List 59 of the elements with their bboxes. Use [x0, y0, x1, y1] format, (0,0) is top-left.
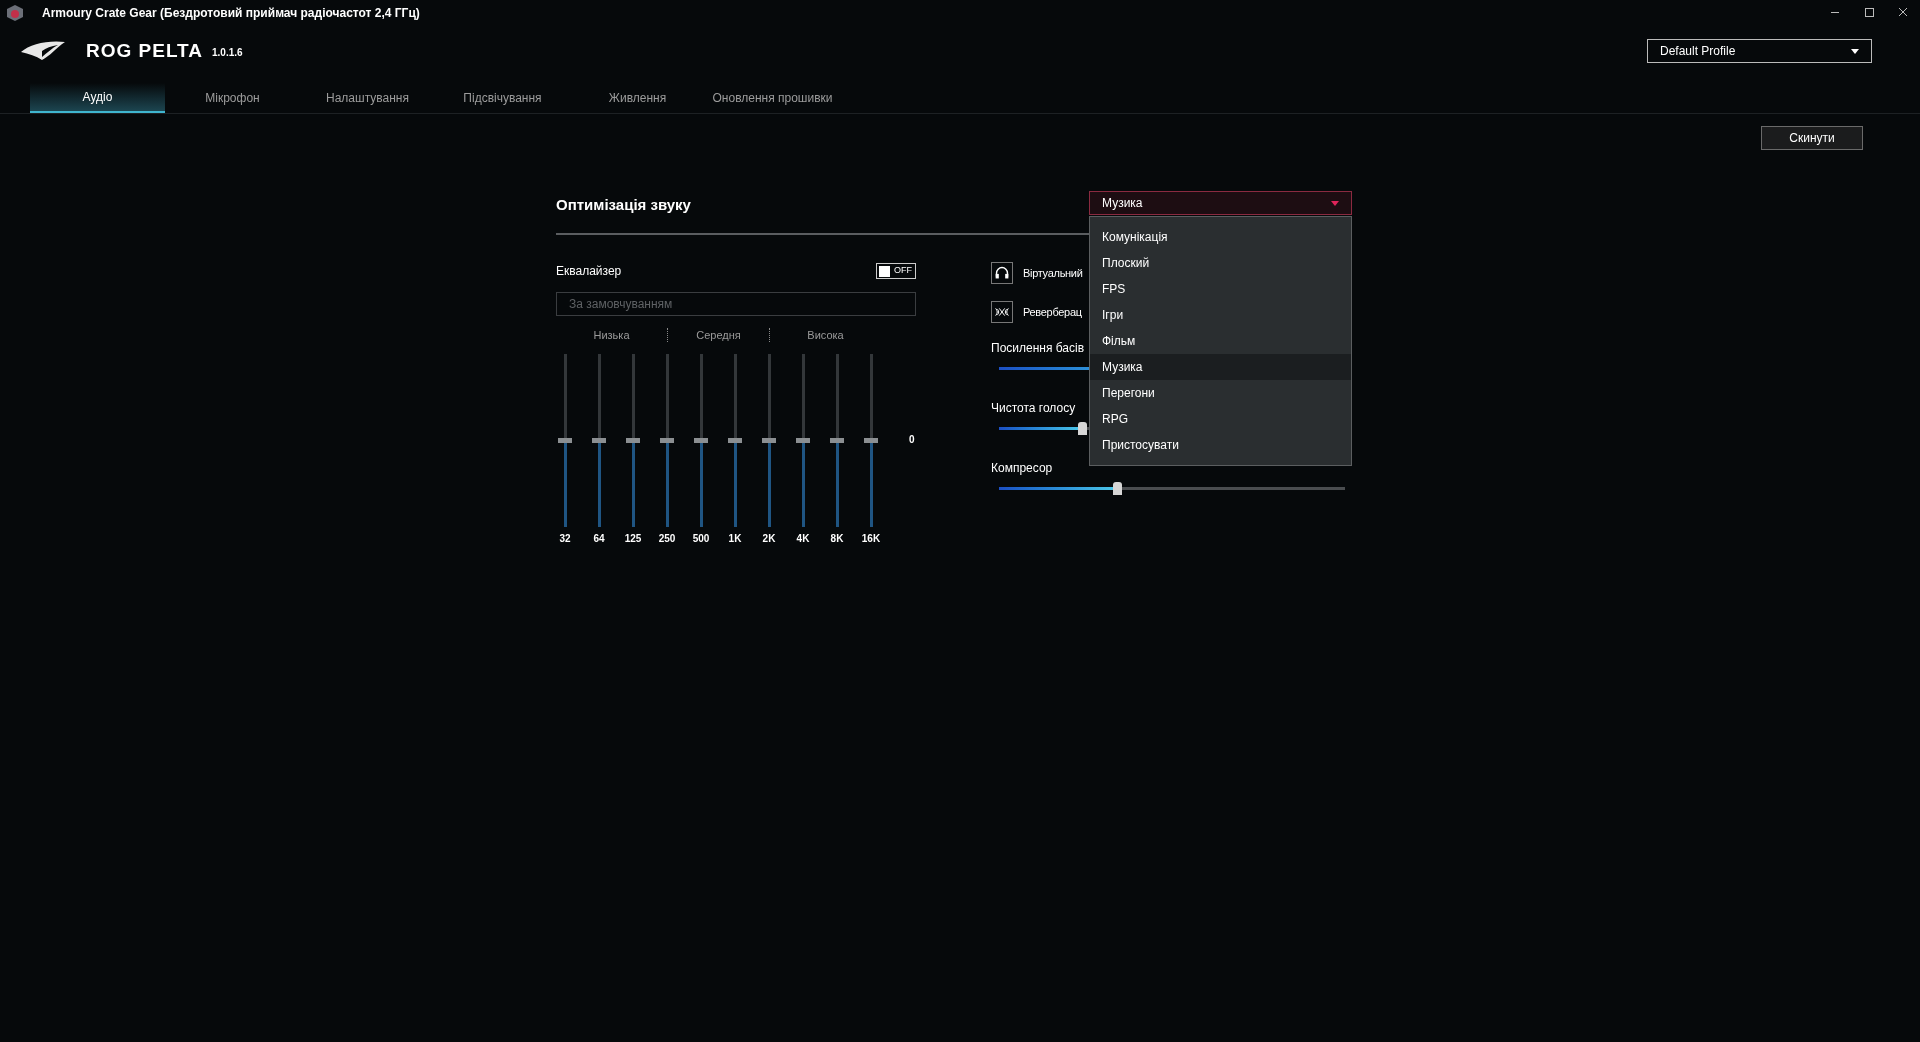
tab[interactable]: Підсвічування — [435, 83, 570, 113]
preset-dropdown[interactable]: Музика — [1089, 191, 1352, 215]
equalizer-slider[interactable] — [728, 354, 742, 527]
frequency-label: 250 — [658, 532, 676, 546]
dropdown-option[interactable]: Музика — [1090, 354, 1351, 380]
caret-icon — [1331, 200, 1339, 206]
frequency-label: 64 — [593, 532, 605, 546]
equalizer-slider[interactable] — [558, 354, 572, 527]
frequency-label: 32 — [559, 532, 571, 546]
frequency-label: 1K — [728, 532, 742, 546]
gain-value: 0 — [909, 433, 915, 447]
headphones-icon — [991, 262, 1013, 284]
frequency-label: 16K — [861, 532, 881, 546]
profile-dropdown[interactable]: Default Profile — [1647, 39, 1872, 63]
section-title: Оптимізація звуку — [556, 196, 691, 213]
dropdown-option[interactable]: FPS — [1090, 276, 1351, 302]
dropdown-option[interactable]: Пристосувати — [1090, 432, 1351, 458]
frequency-label: 4K — [796, 532, 810, 546]
equalizer-slider[interactable] — [830, 354, 844, 527]
reset-button[interactable]: Скинути — [1761, 126, 1863, 150]
sound-waves-icon — [991, 301, 1013, 323]
dropdown-option[interactable]: Фільм — [1090, 328, 1351, 354]
tab[interactable]: Живлення — [570, 83, 705, 113]
band-range-label: Висока — [807, 327, 844, 343]
tab[interactable]: Оновлення прошивки — [705, 83, 840, 113]
equalizer-slider[interactable] — [864, 354, 878, 527]
app-icon — [6, 3, 24, 22]
equalizer-slider[interactable] — [626, 354, 640, 527]
dropdown-option[interactable]: Комунікація — [1090, 224, 1351, 250]
effect-label: Віртуальний — [1023, 265, 1083, 281]
equalizer-slider[interactable] — [694, 354, 708, 527]
tab[interactable]: Аудіо — [30, 83, 165, 113]
window-title: Armoury Crate Gear (Бездротовий приймач радіочастот 2,4 ГГц) — [42, 4, 420, 22]
equalizer-toggle[interactable]: OFF — [876, 263, 916, 279]
frequency-label: 2K — [762, 532, 776, 546]
equalizer-slider[interactable] — [592, 354, 606, 527]
equalizer-slider[interactable] — [796, 354, 810, 527]
dropdown-option[interactable]: RPG — [1090, 406, 1351, 432]
dropdown-option[interactable]: Перегони — [1090, 380, 1351, 406]
tab[interactable]: Мікрофон — [165, 83, 300, 113]
frequency-label: 125 — [624, 532, 642, 546]
equalizer-label: Еквалайзер — [556, 263, 622, 280]
slider-label: Чистота голосу — [991, 400, 1076, 417]
dropdown-option[interactable]: Ігри — [1090, 302, 1351, 328]
slider-label: Посилення басів — [991, 340, 1085, 357]
equalizer-slider[interactable] — [660, 354, 674, 527]
version-label: 1.0.1.6 — [212, 45, 243, 60]
product-name: ROG PELTA — [86, 38, 204, 63]
frequency-label: 500 — [692, 532, 710, 546]
band-range-label: Низька — [593, 327, 630, 343]
logo-icon — [20, 40, 66, 62]
band-range-label: Середня — [696, 327, 741, 343]
frequency-label: 8K — [830, 532, 844, 546]
slider-label: Компресор — [991, 460, 1053, 477]
dropdown-option[interactable]: Плоский — [1090, 250, 1351, 276]
effect-label: Реверберац — [1023, 304, 1082, 320]
equalizer-slider[interactable] — [762, 354, 776, 527]
tab[interactable]: Налаштування — [300, 83, 435, 113]
caret-icon — [1851, 48, 1859, 54]
